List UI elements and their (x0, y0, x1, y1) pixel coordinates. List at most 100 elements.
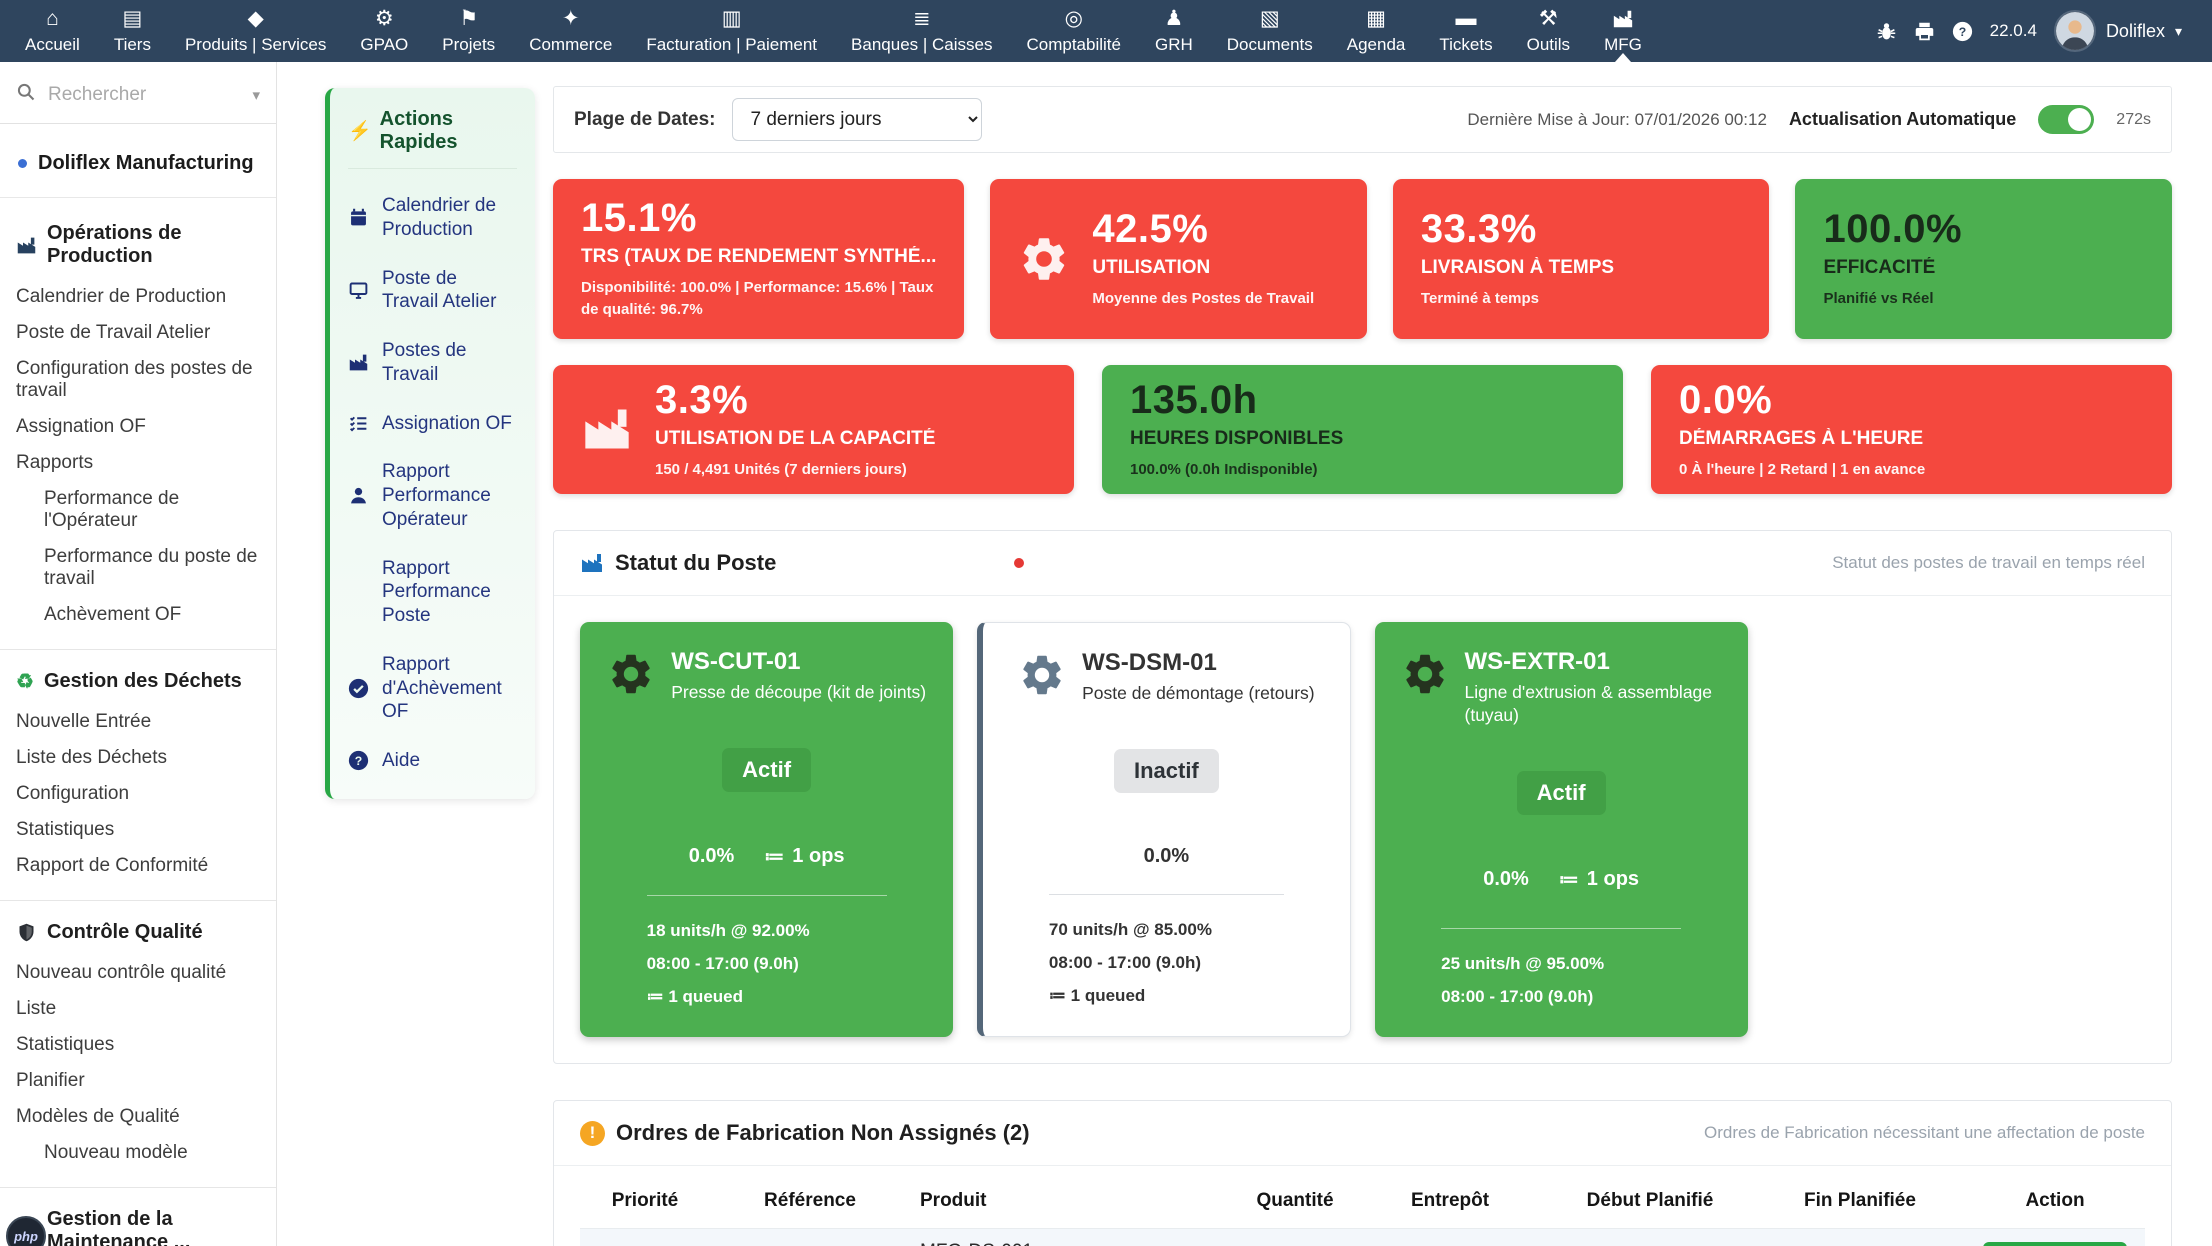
workstation-hours: 08:00 - 17:00 (9.0h) (1049, 946, 1330, 979)
sidebar-item-dechets-configuration[interactable]: Configuration (16, 776, 260, 812)
nav-item-comptabilite[interactable]: ◎ Comptabilité (1009, 0, 1138, 62)
quick-action-rapport-perf-operateur[interactable]: Rapport Performance Opérateur (348, 460, 517, 531)
person-icon: ♟ (1164, 7, 1183, 30)
nav-item-mfg[interactable]: MFG (1587, 0, 1659, 62)
user-name: Doliflex (2106, 21, 2165, 42)
nav-item-outils[interactable]: ⚒ Outils (1510, 0, 1587, 62)
col-header-priorite: Priorité (580, 1174, 710, 1229)
help-icon[interactable]: ? (1952, 21, 1973, 42)
nav-item-banques-caisses[interactable]: ≣ Banques | Caisses (834, 0, 1009, 62)
nav-item-tickets[interactable]: ▬ Tickets (1422, 0, 1509, 62)
kpi-sub: 100.0% (0.0h Indisponible) (1130, 459, 1343, 481)
sidebar-section-gestion-dechets[interactable]: ♻ Gestion des Déchets (16, 670, 260, 693)
company-header[interactable]: Doliflex Manufacturing (0, 124, 276, 198)
date-range-select[interactable]: 7 derniers jours (732, 98, 982, 141)
sidebar-item-dechets-statistiques[interactable]: Statistiques (16, 812, 260, 848)
workstation-card-ws-extr-01[interactable]: WS-EXTR-01 Ligne d'extrusion & assemblag… (1375, 622, 1748, 1037)
sidebar-item-poste-travail-atelier[interactable]: Poste de Travail Atelier (16, 315, 260, 351)
col-header-produit: Produit (910, 1174, 1235, 1229)
nav-label: Tiers (114, 35, 151, 55)
live-indicator (1014, 558, 1024, 568)
sidebar-item-nouvelle-entree[interactable]: Nouvelle Entrée (16, 704, 260, 740)
nav-item-facturation-paiement[interactable]: ▥ Facturation | Paiement (629, 0, 834, 62)
sidebar-item-qualite-nouveau-modele[interactable]: Nouveau modèle (16, 1135, 260, 1171)
nav-item-grh[interactable]: ♟ GRH (1138, 0, 1210, 62)
factory-icon (581, 403, 633, 455)
sidebar-item-rapports[interactable]: Rapports (16, 445, 260, 481)
workstation-card-ws-cut-01[interactable]: WS-CUT-01 Presse de découpe (kit de join… (580, 622, 953, 1037)
bug-icon[interactable] (1876, 21, 1897, 42)
invoice-icon: ▥ (722, 7, 742, 30)
flag-icon: ⚑ (459, 7, 478, 30)
sidebar-item-qualite-statistiques[interactable]: Statistiques (16, 1027, 260, 1063)
assign-button[interactable]: ✓ASSIGNER (1983, 1242, 2126, 1246)
sidebar-item-nouveau-controle[interactable]: Nouveau contrôle qualité (16, 955, 260, 991)
workstation-pct: 0.0% (689, 844, 735, 869)
sidebar-section-operations-production[interactable]: Opérations de Production (16, 222, 260, 268)
workstation-ops: ≔1 ops (764, 844, 844, 869)
quick-action-calendrier-production[interactable]: Calendrier de Production (348, 194, 517, 242)
list-icon: ≔ (647, 987, 669, 1006)
auto-refresh-countdown: 272s (2116, 111, 2151, 129)
checklist-icon: ≔ (764, 844, 784, 869)
nav-item-agenda[interactable]: ▦ Agenda (1330, 0, 1423, 62)
calendar-icon (348, 207, 369, 228)
divider (1441, 928, 1681, 929)
sidebar-item-perf-poste[interactable]: Performance du poste de travail (16, 539, 260, 597)
nav-label: Banques | Caisses (851, 35, 992, 55)
user-menu[interactable]: Doliflex ▾ (2054, 10, 2182, 52)
nav-item-gpao[interactable]: ⚙ GPAO (343, 0, 425, 62)
search-icon (16, 82, 36, 107)
chevron-down-icon: ▾ (2175, 23, 2182, 40)
sidebar-item-assignation-of[interactable]: Assignation OF (16, 409, 260, 445)
nav-item-commerce[interactable]: ✦ Commerce (512, 0, 629, 62)
sidebar-item-qualite-planifier[interactable]: Planifier (16, 1063, 260, 1099)
search-caret-icon[interactable]: ▾ (252, 86, 260, 104)
question-circle-icon: ? (348, 750, 369, 771)
sidebar-item-qualite-liste[interactable]: Liste (16, 991, 260, 1027)
nav-item-documents[interactable]: ▧ Documents (1210, 0, 1330, 62)
sidebar-item-calendrier-production[interactable]: Calendrier de Production (16, 279, 260, 315)
recycle-icon: ♻ (16, 672, 34, 692)
quick-action-rapport-achevement-of[interactable]: Rapport d'Achèvement OF (348, 653, 517, 724)
quick-action-postes-de-travail[interactable]: Postes de Travail (348, 339, 517, 387)
building-icon: ▤ (122, 7, 142, 30)
nav-item-accueil[interactable]: ⌂ Accueil (8, 0, 97, 62)
workstation-hours: 08:00 - 17:00 (9.0h) (647, 947, 934, 980)
workstation-card-ws-dsm-01[interactable]: WS-DSM-01 Poste de démontage (retours) I… (977, 622, 1350, 1037)
nav-item-projets[interactable]: ⚑ Projets (425, 0, 512, 62)
quick-action-poste-travail-atelier[interactable]: Poste de Travail Atelier (348, 267, 517, 315)
gear-icon (1018, 651, 1066, 699)
nav-label: Tickets (1439, 35, 1492, 55)
sidebar-item-rapport-conformite[interactable]: Rapport de Conformité (16, 848, 260, 884)
printer-icon[interactable] (1914, 21, 1935, 42)
sidebar: ▾ Doliflex Manufacturing Opérations de P… (0, 62, 277, 1246)
sidebar-item-config-postes[interactable]: Configuration des postes de travail (16, 351, 260, 409)
kpi-card-demarrages: 0.0% DÉMARRAGES À L'HEURE 0 À l'heure | … (1651, 365, 2172, 495)
order-row-mo2602-0006: Normal MO2602-0006 MFG-DS-001 Ensemble t… (580, 1229, 2145, 1246)
svg-text:?: ? (1958, 24, 1965, 38)
gear-icon (1401, 650, 1449, 698)
quick-action-rapport-perf-poste[interactable]: Rapport Performance Poste (348, 557, 517, 628)
sidebar-section-maintenance[interactable]: Gestion de la Maintenance ... (16, 1208, 260, 1246)
bullet-icon (18, 159, 27, 168)
search-input[interactable] (46, 83, 242, 107)
sidebar-item-perf-operateur[interactable]: Performance de l'Opérateur (16, 481, 260, 539)
nav-item-tiers[interactable]: ▤ Tiers (97, 0, 168, 62)
auto-refresh-toggle[interactable] (2038, 105, 2094, 134)
factory-icon (348, 352, 369, 373)
nav-label: Accueil (25, 35, 80, 55)
nav-item-produits-services[interactable]: ◆ Produits | Services (168, 0, 343, 62)
sidebar-item-achevement-of[interactable]: Achèvement OF (16, 597, 260, 633)
sidebar-item-liste-dechets[interactable]: Liste des Déchets (16, 740, 260, 776)
status-badge: Actif (1517, 771, 1606, 815)
date-range-label: Plage de Dates: (574, 109, 716, 131)
quick-action-aide[interactable]: ? Aide (348, 749, 517, 773)
calendar-icon: ▦ (1366, 7, 1386, 30)
kpi-value: 0.0% (1679, 379, 1925, 421)
shield-icon (16, 922, 37, 943)
sidebar-section-controle-qualite[interactable]: Contrôle Qualité (16, 921, 260, 944)
workstation-hours: 08:00 - 17:00 (9.0h) (1441, 980, 1728, 1013)
quick-action-assignation-of[interactable]: Assignation OF (348, 412, 517, 436)
sidebar-item-modeles-qualite[interactable]: Modèles de Qualité (16, 1099, 260, 1135)
